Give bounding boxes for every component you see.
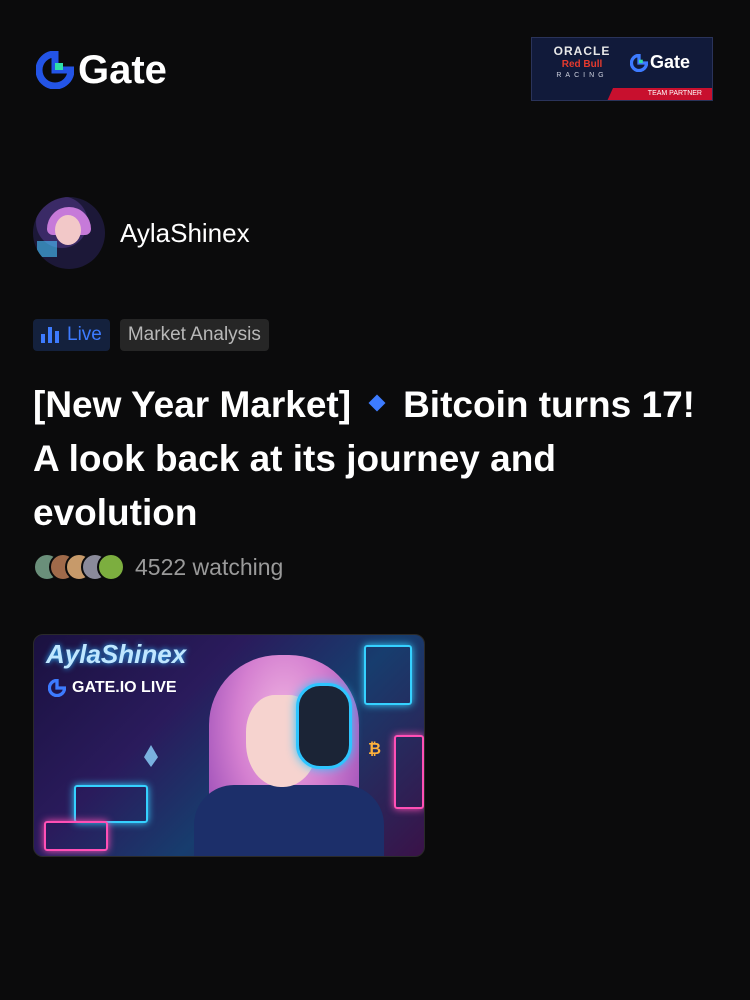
diamond-icon <box>368 394 386 412</box>
watching-row: 4522 watching <box>33 553 283 581</box>
racing-label: RACING <box>556 72 608 79</box>
viewer-avatars <box>33 553 125 581</box>
author-profile[interactable]: AylaShinex <box>33 197 250 269</box>
title-part1: [New Year Market] <box>33 384 352 425</box>
live-label: Live <box>67 324 102 345</box>
viewer-avatar <box>97 553 125 581</box>
stream-thumbnail[interactable]: ₿ AylaShinex GATE.IO LIVE <box>33 634 425 857</box>
category-label: Market Analysis <box>127 324 261 345</box>
redbull-label: Red Bull <box>561 59 603 70</box>
author-name[interactable]: AylaShinex <box>120 218 250 249</box>
gate-logo[interactable]: Gate <box>36 50 167 90</box>
live-badge: Live <box>33 319 110 351</box>
brand-name: Gate <box>78 48 167 92</box>
thumbnail-streamer-name: AylaShinex <box>46 639 187 669</box>
partner-gate-label: Gate <box>650 52 691 72</box>
headphones-icon <box>296 683 352 769</box>
post-title[interactable]: [New Year Market] Bitcoin turns 17! A loo… <box>33 378 723 540</box>
watching-count: 4522 watching <box>135 553 284 580</box>
tag-row: Live Market Analysis <box>33 319 269 351</box>
thumbnail-live-label: GATE.IO LIVE <box>48 679 177 697</box>
gate-small-icon <box>630 53 648 72</box>
gate-logo-icon <box>36 51 74 89</box>
team-partner-label: TEAM PARTNER <box>607 88 712 100</box>
ethereum-icon <box>144 745 158 767</box>
team-partner-banner[interactable]: ORACLE Red Bull RACING Gate TEAM PARTNER <box>531 37 713 101</box>
live-bars-icon <box>41 327 59 343</box>
oracle-label: ORACLE <box>553 44 611 58</box>
category-tag[interactable]: Market Analysis <box>119 319 269 351</box>
thumbnail-live-text: GATE.IO LIVE <box>72 679 177 696</box>
bitcoin-icon: ₿ <box>368 741 382 758</box>
gate-thumb-icon <box>48 679 66 697</box>
avatar[interactable] <box>33 197 105 269</box>
